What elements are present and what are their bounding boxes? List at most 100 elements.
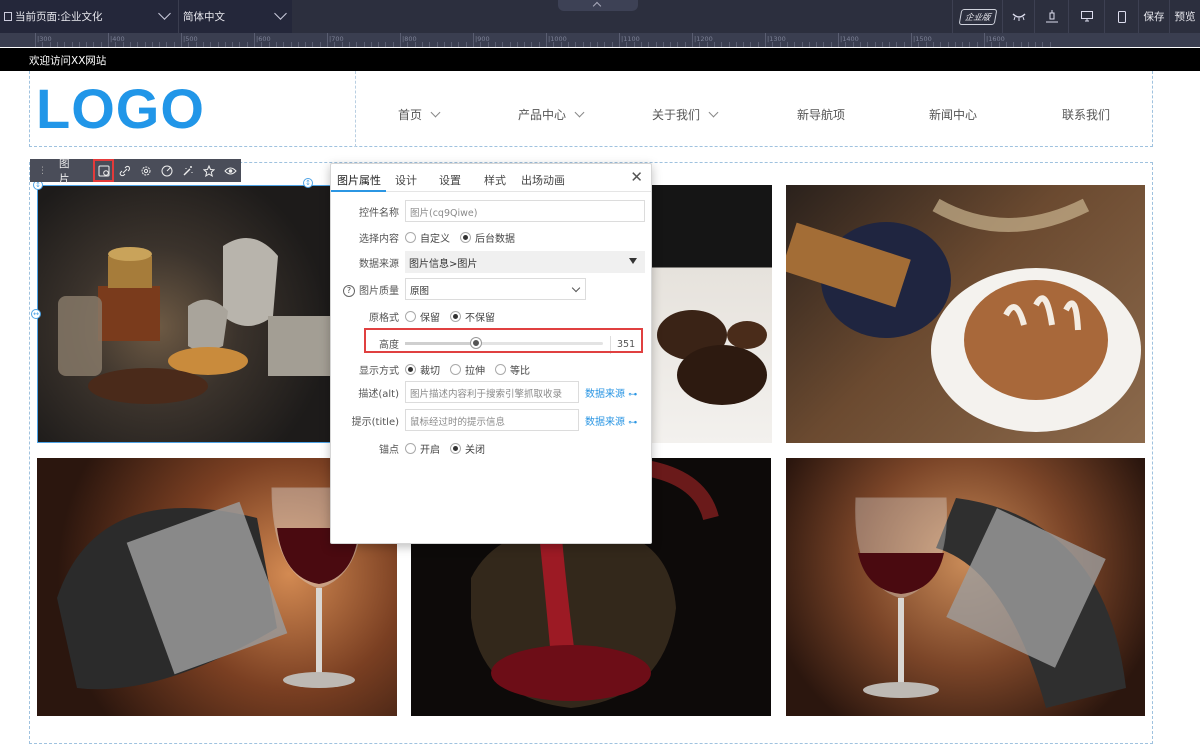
ruler-minor-tick xyxy=(918,42,920,47)
help-icon[interactable]: ? xyxy=(343,285,355,297)
preview-button[interactable]: 预览 xyxy=(1169,0,1200,33)
tab-image-properties[interactable]: 图片属性 xyxy=(337,172,381,188)
ruler-minor-tick xyxy=(49,42,51,47)
close-icon[interactable]: ✕ xyxy=(630,168,643,186)
nav-item-news[interactable]: 新闻中心 xyxy=(929,106,977,123)
ruler-minor-tick xyxy=(772,42,774,47)
nav-item-products[interactable]: 产品中心 xyxy=(518,106,585,123)
nav-item-contact[interactable]: 联系我们 xyxy=(1062,106,1110,123)
nav-item-about[interactable]: 关于我们 xyxy=(652,106,719,123)
radio-not-keep[interactable]: 不保留 xyxy=(450,309,495,324)
ruler-minor-tick xyxy=(816,42,818,47)
radio-stretch[interactable]: 拉伸 xyxy=(450,362,485,377)
language-label: 简体中文 xyxy=(183,11,225,23)
gallery-image-coffee-set[interactable] xyxy=(37,185,337,443)
desktop-icon[interactable] xyxy=(1068,0,1104,33)
ruler-minor-tick xyxy=(516,42,518,47)
align-icon[interactable] xyxy=(1034,0,1068,33)
resize-handle-left[interactable]: ↔ xyxy=(31,309,41,319)
ruler-minor-tick xyxy=(283,42,285,47)
ruler-minor-tick xyxy=(64,42,66,47)
gallery-image-coffee-beans[interactable] xyxy=(652,185,772,443)
radio-custom[interactable]: 自定义 xyxy=(405,230,450,245)
active-tab-indicator xyxy=(331,190,386,192)
ruler-minor-tick xyxy=(582,42,584,47)
nav-item-home[interactable]: 首页 xyxy=(398,106,441,123)
language-select[interactable]: 简体中文 xyxy=(178,0,292,33)
link-icon[interactable] xyxy=(114,159,135,182)
image-settings-icon[interactable] xyxy=(93,159,115,182)
mobile-icon[interactable] xyxy=(1104,0,1138,33)
ruler-minor-tick xyxy=(122,42,124,47)
eye-icon[interactable] xyxy=(220,159,241,182)
radio-proportional[interactable]: 等比 xyxy=(495,362,530,377)
radio-anchor-on[interactable]: 开启 xyxy=(405,441,440,456)
ruler-minor-tick xyxy=(962,42,964,47)
star-icon[interactable] xyxy=(199,159,220,182)
ruler-minor-tick xyxy=(881,42,883,47)
edition-badge-button[interactable]: 企业版 xyxy=(952,0,1002,33)
alt-input[interactable]: 图片描述内容利于搜索引擎抓取收录 xyxy=(405,381,579,403)
alt-data-source-link[interactable]: 数据来源 ⊶ xyxy=(585,385,637,400)
radio-anchor-off[interactable]: 关闭 xyxy=(450,441,485,456)
save-button[interactable]: 保存 xyxy=(1138,0,1169,33)
ruler-minor-tick xyxy=(86,42,88,47)
ruler-minor-tick xyxy=(407,42,409,47)
ruler-minor-tick xyxy=(991,42,993,47)
ruler-label: |1200 xyxy=(694,35,713,43)
ruler-minor-tick xyxy=(385,42,387,47)
data-source-row: 数据来源 图片信息>图片 xyxy=(331,251,651,273)
ruler-minor-tick xyxy=(363,42,365,47)
ruler-minor-tick xyxy=(786,42,788,47)
ruler-minor-tick xyxy=(392,42,394,47)
radio-label: 等比 xyxy=(510,366,530,377)
ruler-minor-tick xyxy=(356,42,358,47)
drag-handle-icon[interactable]: ⋮ xyxy=(38,166,47,176)
ruler-minor-tick xyxy=(93,42,95,47)
radio-label: 后台数据 xyxy=(475,234,515,245)
gear-icon[interactable] xyxy=(135,159,156,182)
data-source-select[interactable]: 图片信息>图片 xyxy=(405,251,645,273)
ruler-minor-tick xyxy=(867,42,869,47)
tab-design[interactable]: 设计 xyxy=(395,172,417,188)
ruler-minor-tick xyxy=(78,42,80,47)
ruler-minor-tick xyxy=(670,42,672,47)
gallery-image-wine-2[interactable] xyxy=(786,458,1145,716)
collapse-toolbar-tab[interactable] xyxy=(558,0,638,11)
ruler-minor-tick xyxy=(1027,42,1029,47)
nav-item-new[interactable]: 新导航项 xyxy=(797,106,845,123)
title-input[interactable]: 鼠标经过时的提示信息 xyxy=(405,409,579,431)
gallery-image-latte[interactable] xyxy=(786,185,1145,443)
radio-keep[interactable]: 保留 xyxy=(405,309,440,324)
hide-icon[interactable] xyxy=(1002,0,1034,33)
current-page-select[interactable]: 当前页面:企业文化 xyxy=(0,0,178,33)
ruler-tick xyxy=(619,33,620,47)
magic-wand-icon[interactable] xyxy=(178,159,199,182)
radio-crop[interactable]: 裁切 xyxy=(405,362,440,377)
ruler-minor-tick xyxy=(341,42,343,47)
ruler-minor-tick xyxy=(100,42,102,47)
quality-select[interactable]: 原图 xyxy=(405,278,586,300)
tab-settings[interactable]: 设置 xyxy=(439,172,461,188)
title-data-source-link[interactable]: 数据来源 ⊶ xyxy=(585,413,637,428)
radio-backend-data[interactable]: 后台数据 xyxy=(460,230,515,245)
palette-icon[interactable] xyxy=(157,159,178,182)
latte-illustration xyxy=(786,198,1141,432)
site-logo[interactable]: LOGO xyxy=(36,78,205,140)
display-mode-row: 显示方式 裁切 拉伸 等比 xyxy=(331,358,651,380)
ruler-minor-tick xyxy=(443,42,445,47)
chevron-up-icon xyxy=(592,1,602,11)
ruler-minor-tick xyxy=(144,42,146,47)
radio-dot xyxy=(460,232,471,243)
original-format-row: 原格式 保留 不保留 xyxy=(331,305,651,327)
tab-style[interactable]: 样式 xyxy=(484,172,506,188)
resize-handle-top-right[interactable]: ↕ xyxy=(303,178,313,188)
ruler-minor-tick xyxy=(706,42,708,47)
coffee-set-illustration xyxy=(58,238,336,404)
control-name-input[interactable]: 图片(cq9Qiwe) xyxy=(405,200,645,222)
ruler-minor-tick xyxy=(1049,42,1051,47)
tab-entrance-animation[interactable]: 出场动画 xyxy=(521,172,565,188)
ruler-minor-tick xyxy=(42,42,44,47)
ruler-minor-tick xyxy=(319,42,321,47)
ruler-minor-tick xyxy=(232,42,234,47)
